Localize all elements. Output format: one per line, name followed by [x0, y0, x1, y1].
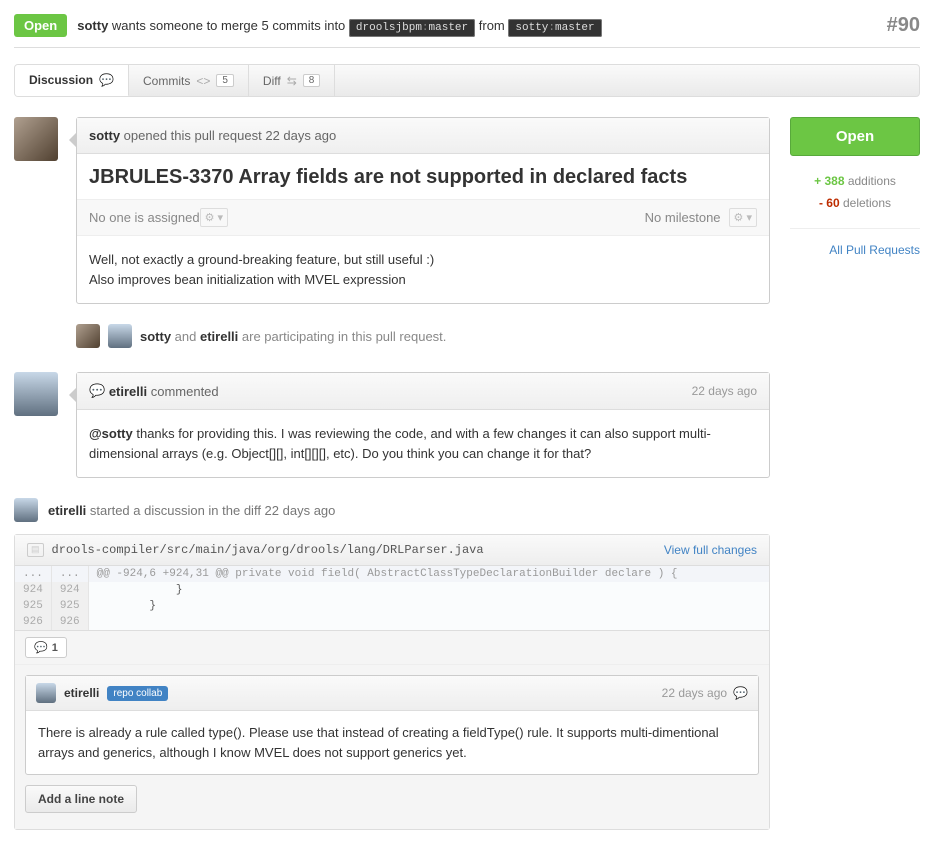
add-line-note-button[interactable]: Add a line note	[25, 785, 137, 813]
participants: sotty and etirelli are participating in …	[14, 324, 770, 348]
repo-collab-badge: repo collab	[107, 686, 168, 701]
discussion-heading: etirelli started a discussion in the dif…	[14, 498, 770, 522]
file-path: drools-compiler/src/main/java/org/drools…	[52, 543, 484, 557]
deletions-stat: - 60 deletions	[790, 192, 920, 214]
pr-header: Open sotty wants someone to merge 5 comm…	[14, 14, 920, 48]
base-branch[interactable]: droolsjbpm:master	[349, 19, 475, 37]
comment-body: @sotty thanks for providing this. I was …	[77, 410, 769, 477]
mention[interactable]: @sotty	[89, 426, 133, 441]
tab-commits[interactable]: Commits<>5	[129, 65, 249, 96]
pr-author[interactable]: sotty	[89, 128, 120, 143]
file-diff: ▤ drools-compiler/src/main/java/org/droo…	[14, 534, 770, 830]
assignee-gear[interactable]: ⚙ ▾	[200, 208, 228, 227]
file-icon: ▤	[27, 543, 44, 557]
assignee-text: No one is assigned	[89, 210, 200, 225]
milestone-gear[interactable]: ⚙ ▾	[729, 208, 757, 227]
comment-icon: 💬	[99, 73, 114, 87]
sidebar-status: Open	[790, 117, 920, 156]
tab-diff[interactable]: Diff⇆8	[249, 65, 335, 96]
note-count-toggle[interactable]: 💬 1	[25, 637, 67, 658]
pr-title: JBRULES-3370 Array fields are not suppor…	[77, 154, 769, 199]
avatar[interactable]	[14, 117, 58, 161]
header-text: sotty wants someone to merge 5 commits i…	[77, 18, 886, 34]
all-pull-requests-link[interactable]: All Pull Requests	[790, 243, 920, 257]
diff-icon: ⇆	[287, 74, 297, 88]
note-body: There is already a rule called type(). P…	[26, 711, 758, 774]
status-badge: Open	[14, 14, 67, 37]
pr-body: Well, not exactly a ground-breaking feat…	[77, 236, 769, 303]
comment-icon: 💬	[89, 383, 105, 399]
comment-icon: 💬	[733, 686, 748, 700]
sidebar: Open + 388 additions - 60 deletions All …	[790, 117, 920, 830]
comment-time: 22 days ago	[692, 384, 757, 398]
additions-stat: + 388 additions	[790, 170, 920, 192]
participant-avatar[interactable]	[76, 324, 100, 348]
note-author[interactable]: etirelli	[64, 686, 99, 700]
pr-description: sotty opened this pull request 22 days a…	[76, 117, 770, 304]
requester-name[interactable]: sotty	[77, 18, 108, 33]
code-icon: <>	[196, 74, 210, 88]
tabs: Discussion💬 Commits<>5 Diff⇆8	[14, 64, 920, 97]
comment-icon: 💬	[34, 641, 48, 654]
avatar[interactable]	[36, 683, 56, 703]
view-full-changes[interactable]: View full changes	[664, 543, 757, 557]
line-note: etirelli repo collab 22 days ago 💬 There…	[25, 675, 759, 775]
avatar[interactable]	[14, 498, 38, 522]
comment: 💬 etirelli commented 22 days ago @sotty …	[76, 372, 770, 478]
head-branch[interactable]: sotty:master	[508, 19, 601, 37]
pr-number: #90	[887, 14, 920, 37]
avatar[interactable]	[14, 372, 58, 416]
comment-author[interactable]: etirelli	[109, 384, 147, 399]
participant-avatar[interactable]	[108, 324, 132, 348]
diff-table: ......@@ -924,6 +924,31 @@ private void …	[15, 566, 769, 630]
milestone-text: No milestone	[645, 210, 721, 225]
tab-discussion[interactable]: Discussion💬	[15, 65, 129, 97]
